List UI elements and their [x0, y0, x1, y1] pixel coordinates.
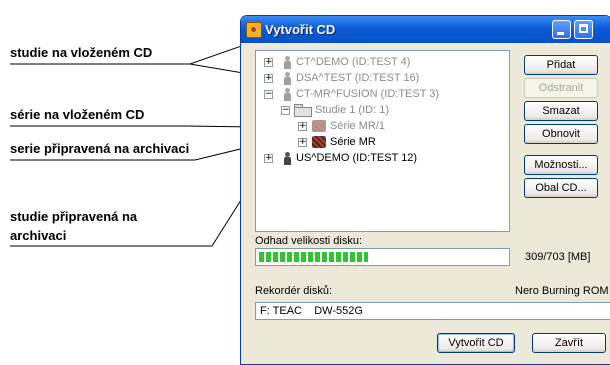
add-button[interactable]: Přidat	[524, 55, 598, 75]
tree-node-label: US^DEMO (ID:TEST 12)	[296, 152, 418, 164]
tree-node[interactable]: − CT-MR^FUSION (ID:TEST 3)	[256, 87, 506, 101]
callout-series-for-archive: serie připravená na archivaci	[10, 141, 190, 156]
series-icon	[312, 120, 326, 132]
drive-field[interactable]: F: TEAC DW-552G	[255, 302, 610, 320]
person-icon	[283, 152, 291, 165]
create-cd-dialog: Vytvořit CD + CT^DEMO (ID:TEST 4) + DSA^…	[240, 15, 610, 365]
expand-icon[interactable]: +	[264, 154, 273, 163]
expand-icon[interactable]: +	[298, 122, 307, 131]
close-button[interactable]: Zavřít	[532, 333, 606, 353]
tree-node[interactable]: + DSA^TEST (ID:TEST 16)	[256, 71, 506, 85]
tree-node[interactable]: + US^DEMO (ID:TEST 12)	[256, 151, 506, 165]
tree-node-label: Série MR	[330, 136, 376, 148]
expand-icon[interactable]: +	[264, 58, 273, 67]
tree-node[interactable]: − Studie 1 (ID: 1)	[256, 103, 506, 117]
tree-node[interactable]: + Série MR/1	[256, 119, 506, 133]
folder-icon	[294, 104, 312, 117]
disk-usage-progress	[255, 248, 510, 266]
tree-node-label: CT^DEMO (ID:TEST 4)	[296, 56, 411, 68]
recorder-engine: Nero Burning ROM	[515, 285, 609, 297]
recorder-label: Rekordér disků:	[255, 285, 333, 297]
collapse-icon[interactable]: −	[281, 106, 290, 115]
window-title: Vytvořit CD	[265, 22, 336, 37]
cd-cover-button[interactable]: Obal CD...	[524, 178, 598, 198]
expand-icon[interactable]: +	[264, 74, 273, 83]
minimize-button[interactable]	[552, 20, 571, 39]
person-icon	[283, 88, 291, 101]
series-icon	[312, 136, 326, 148]
app-icon	[246, 22, 262, 38]
callout-study-for-archive-line2: archivaci	[10, 228, 67, 243]
tree-node[interactable]: + CT^DEMO (ID:TEST 4)	[256, 55, 506, 69]
tree-node[interactable]: + Série MR	[256, 135, 506, 149]
expand-icon[interactable]: +	[298, 138, 307, 147]
tree-node-label: Série MR/1	[330, 120, 386, 132]
maximize-button[interactable]	[574, 20, 593, 39]
person-icon	[283, 56, 291, 69]
clear-all-button[interactable]: Smazat všechno	[524, 101, 598, 135]
person-icon	[283, 72, 291, 85]
options-button[interactable]: Možnosti...	[524, 155, 598, 175]
collapse-icon[interactable]: −	[264, 90, 273, 99]
callout-series-on-cd: série na vloženém CD	[10, 107, 145, 122]
disk-estimate-label: Odhad velikosti disku:	[255, 235, 362, 247]
study-tree[interactable]: + CT^DEMO (ID:TEST 4) + DSA^TEST (ID:TES…	[255, 50, 510, 232]
tree-node-label: DSA^TEST (ID:TEST 16)	[296, 72, 420, 84]
disk-usage-readout: 309/703 [MB]	[525, 251, 591, 263]
title-bar[interactable]: Vytvořit CD	[241, 16, 610, 43]
remove-button[interactable]: Odstranit	[524, 78, 598, 98]
callout-study-for-archive-line1: studie připravená na	[10, 209, 138, 224]
tree-node-label: Studie 1 (ID: 1)	[315, 104, 389, 116]
disk-usage-fill	[259, 252, 368, 262]
refresh-button[interactable]: Obnovit	[524, 124, 598, 144]
callout-studies-on-cd: studie na vloženém CD	[10, 45, 153, 60]
tree-node-label: CT-MR^FUSION (ID:TEST 3)	[296, 88, 440, 100]
create-cd-button[interactable]: Vytvořit CD	[437, 333, 515, 353]
